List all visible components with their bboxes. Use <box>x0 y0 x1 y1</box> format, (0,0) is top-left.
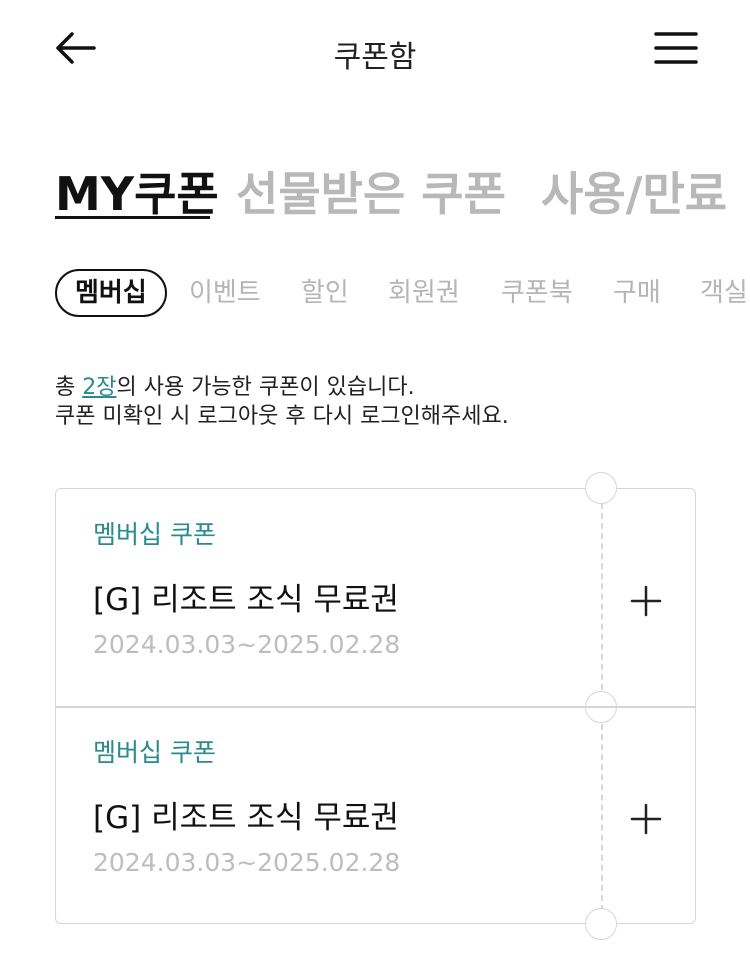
page-title: 쿠폰함 <box>333 40 417 75</box>
coupon-type: 멤버십 쿠폰 <box>93 520 216 549</box>
menu-button[interactable] <box>652 30 700 66</box>
coupon-item[interactable]: 멤버십 쿠폰 [G] 리조트 조식 무료권 2024.03.03~2025.02… <box>56 489 695 706</box>
chip-membership[interactable]: 멤버십 <box>55 269 167 317</box>
relogin-notice: 쿠폰 미확인 시 로그아웃 후 다시 로그인해주세요. <box>55 404 509 429</box>
chip-purchase[interactable]: 구매 <box>613 273 661 313</box>
count-suffix: 의 사용 가능한 쿠폰이 있습니다. <box>116 375 415 400</box>
expand-button[interactable] <box>628 801 664 837</box>
chip-discount[interactable]: 할인 <box>301 273 349 313</box>
coupon-period: 2024.03.03~2025.02.28 <box>93 848 401 877</box>
tab-my-coupon[interactable]: MY쿠폰 <box>55 158 219 224</box>
tab-gifted-coupon[interactable]: 선물받은 쿠폰 <box>236 158 506 224</box>
chip-membership-pass[interactable]: 회원권 <box>388 273 460 313</box>
coupon-list: 멤버십 쿠폰 [G] 리조트 조식 무료권 2024.03.03~2025.02… <box>55 472 696 940</box>
coupon-tabs: MY쿠폰 선물받은 쿠폰 사용/만료 <box>0 150 750 225</box>
coupon-name: [G] 리조트 조식 무료권 <box>93 582 399 618</box>
hamburger-menu-icon <box>654 32 698 64</box>
plus-icon <box>630 803 662 835</box>
coupon-info: 총 2장의 사용 가능한 쿠폰이 있습니다. 쿠폰 미확인 시 로그아웃 후 다… <box>55 373 509 431</box>
coupon-count-line: 총 2장의 사용 가능한 쿠폰이 있습니다. <box>55 373 509 402</box>
category-chips: 멤버십 이벤트 할인 회원권 쿠폰북 구매 객실 <box>0 265 750 325</box>
expand-button[interactable] <box>628 583 664 619</box>
chip-room[interactable]: 객실 <box>700 273 748 313</box>
chip-event[interactable]: 이벤트 <box>189 273 261 313</box>
plus-icon <box>630 585 662 617</box>
coupon-name: [G] 리조트 조식 무료권 <box>93 800 399 836</box>
coupon-item[interactable]: 멤버십 쿠폰 [G] 리조트 조식 무료권 2024.03.03~2025.02… <box>56 707 695 924</box>
count-prefix: 총 <box>55 375 83 400</box>
tab-used-expired[interactable]: 사용/만료 <box>541 158 727 224</box>
header: 쿠폰함 <box>0 0 750 100</box>
active-tab-indicator <box>55 216 210 219</box>
coupon-count[interactable]: 2장 <box>82 375 116 400</box>
chip-coupon-book[interactable]: 쿠폰북 <box>501 273 573 313</box>
coupon-type: 멤버십 쿠폰 <box>93 738 216 767</box>
coupon-period: 2024.03.03~2025.02.28 <box>93 630 401 659</box>
